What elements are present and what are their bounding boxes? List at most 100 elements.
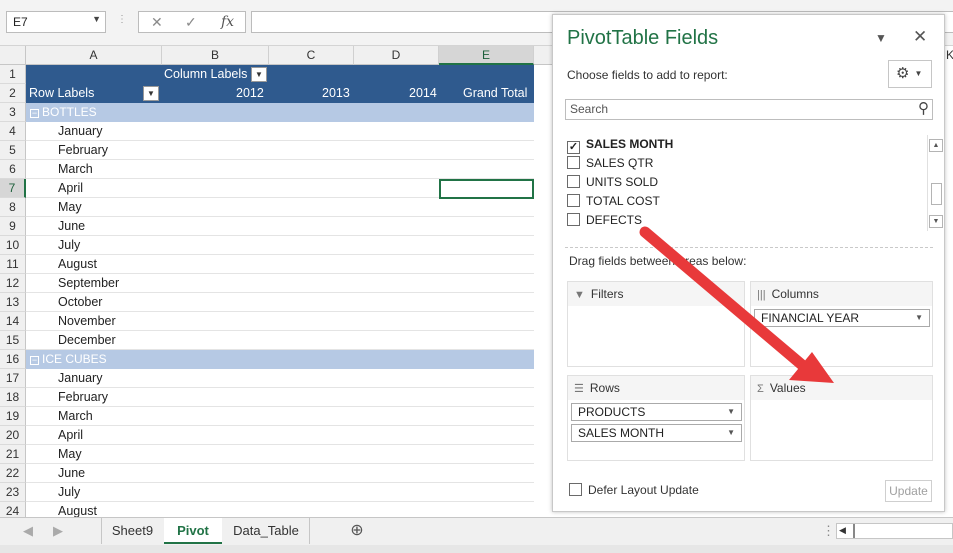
row-header[interactable]: 16 [0,350,26,369]
values-drop-zone[interactable] [751,400,932,460]
pane-divider[interactable] [565,247,933,248]
field-list: ✓ SALES MONTH SALES QTR UNITS SOLD TOTAL … [565,135,944,233]
gear-icon[interactable]: ⚙ ▼ [888,60,932,88]
grid-row [26,198,534,217]
horizontal-scrollbar[interactable]: ◀ [836,523,953,539]
rows-field-chip[interactable]: SALES MONTH ▼ [571,424,742,442]
scroll-thumb[interactable] [931,183,942,205]
row-header[interactable]: 4 [0,122,26,141]
field-item-sales-month[interactable]: ✓ SALES MONTH [567,135,673,154]
column-header-f-partial[interactable] [534,46,552,65]
chevron-down-icon[interactable]: ▼ [92,14,101,24]
column-labels-filter-icon[interactable]: ▼ [251,67,267,82]
row-header[interactable]: 21 [0,445,26,464]
filters-area[interactable]: ▼ Filters [567,281,745,367]
columns-area-header: ||| Columns [751,282,932,306]
filters-label: Filters [590,287,624,301]
row-labels-filter-icon[interactable]: ▼ [143,86,159,101]
pivot-row-label: July [58,485,81,499]
row-header[interactable]: 17 [0,369,26,388]
active-cell-e7[interactable] [439,179,534,199]
cancel-icon[interactable]: ✕ [151,14,163,31]
field-item-total-cost[interactable]: TOTAL COST [567,192,660,211]
column-header-e[interactable]: E [439,46,534,65]
field-item-units-sold[interactable]: UNITS SOLD [567,173,658,192]
chevron-down-icon[interactable]: ▼ [727,425,735,441]
row-header[interactable]: 15 [0,331,26,350]
update-button[interactable]: Update [885,480,932,502]
row-header[interactable]: 23 [0,483,26,502]
enter-icon[interactable]: ✓ [185,14,197,31]
row-header[interactable]: 20 [0,426,26,445]
row-header[interactable]: 10 [0,236,26,255]
rows-drop-zone[interactable]: PRODUCTS ▼ SALES MONTH ▼ [568,400,744,460]
field-label: UNITS SOLD [586,175,659,189]
row-header[interactable]: 5 [0,141,26,160]
field-item-sales-qtr[interactable]: SALES QTR [567,154,653,173]
field-checkbox[interactable] [567,194,580,207]
row-header[interactable]: 13 [0,293,26,312]
search-icon[interactable]: ⚲ [918,99,929,117]
row-header[interactable]: 11 [0,255,26,274]
collapse-icon[interactable]: − [30,109,39,118]
pane-options-chevron-icon[interactable]: ▼ [875,31,887,45]
defer-checkbox[interactable] [569,483,582,496]
row-header[interactable]: 9 [0,217,26,236]
field-search-input[interactable]: Search ⚲ [565,99,933,120]
values-area[interactable]: Σ Values [750,375,933,461]
sheet-tab-active[interactable]: Pivot [164,518,222,544]
field-checkbox[interactable] [567,213,580,226]
pivot-row-label: August [58,257,97,271]
filters-area-header: ▼ Filters [568,282,744,306]
row-header[interactable]: 1 [0,65,26,84]
row-header[interactable]: 2 [0,84,26,103]
column-header-b[interactable]: B [162,46,269,65]
add-sheet-icon[interactable]: ⊕ [346,518,368,544]
column-header-a[interactable]: A [26,46,162,65]
insert-function-icon[interactable]: fx [221,14,234,30]
column-header-d[interactable]: D [354,46,439,65]
prev-sheet-icon[interactable]: ◀ [20,518,36,544]
scroll-down-icon[interactable]: ▼ [929,215,943,228]
next-sheet-icon[interactable]: ▶ [50,518,66,544]
sheet-tab[interactable]: Data_Table [223,518,310,544]
row-header[interactable]: 7 [0,179,26,198]
defer-layout-update[interactable]: Defer Layout Update [569,483,699,497]
rows-field-chip[interactable]: PRODUCTS ▼ [571,403,742,421]
columns-area[interactable]: ||| Columns FINANCIAL YEAR ▼ [750,281,933,367]
scroll-left-icon[interactable]: ◀ [839,525,846,536]
select-all-corner[interactable] [0,46,26,65]
formula-buttons: ✕ ✓ fx [138,11,246,33]
drag-handle-icon[interactable]: ⋮ [117,14,128,25]
tab-splitter-icon[interactable]: ⋮ [822,518,835,544]
rows-area[interactable]: ☰ Rows PRODUCTS ▼ SALES MONTH ▼ [567,375,745,461]
field-item-defects[interactable]: DEFECTS [567,211,642,230]
row-header[interactable]: 14 [0,312,26,331]
scroll-up-icon[interactable]: ▲ [929,139,943,152]
values-area-header: Σ Values [751,376,932,400]
collapse-icon[interactable]: − [30,356,39,365]
column-header-c[interactable]: C [269,46,354,65]
columns-field-chip[interactable]: FINANCIAL YEAR ▼ [754,309,930,327]
close-icon[interactable]: ✕ [913,27,927,47]
chevron-down-icon[interactable]: ▼ [727,404,735,420]
scroll-thumb-edge[interactable] [853,524,855,538]
rows-icon: ☰ [574,383,584,395]
row-header[interactable]: 12 [0,274,26,293]
row-header[interactable]: 22 [0,464,26,483]
field-checkbox[interactable]: ✓ [567,141,580,154]
name-box[interactable]: E7 ▼ [6,11,106,33]
field-checkbox[interactable] [567,175,580,188]
row-header[interactable]: 6 [0,160,26,179]
row-header[interactable]: 19 [0,407,26,426]
field-checkbox[interactable] [567,156,580,169]
row-header[interactable]: 8 [0,198,26,217]
filters-drop-zone[interactable] [568,306,744,366]
chevron-down-icon[interactable]: ▼ [915,310,923,326]
row-header[interactable]: 3 [0,103,26,122]
columns-drop-zone[interactable]: FINANCIAL YEAR ▼ [751,306,932,366]
field-label: SALES MONTH [586,137,674,151]
field-list-scrollbar[interactable]: ▲ ▼ [927,135,944,231]
row-header[interactable]: 18 [0,388,26,407]
sheet-tab[interactable]: Sheet9 [101,518,163,544]
